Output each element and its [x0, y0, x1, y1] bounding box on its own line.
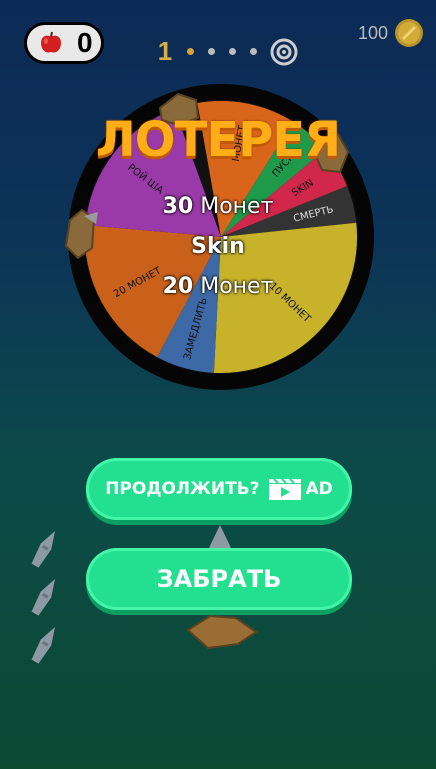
continue-with-ad-button[interactable]: ПРОДОЛЖИТЬ? AD [86, 458, 352, 520]
knife-icon [31, 626, 55, 664]
reward-line-coins-30: 30 Монет [0, 194, 436, 219]
reward-line-skin: Skin [0, 234, 436, 259]
take-reward-button[interactable]: ЗАБРАТЬ [86, 548, 352, 610]
ad-label: AD [305, 479, 333, 499]
lottery-wheel: МОНЕТПУСКSKINСМЕРТЬ10 МОНЕТЗАМЕДЛИТЬ20 М… [64, 84, 374, 390]
video-ad-icon [268, 478, 301, 500]
knife-icon [31, 530, 55, 568]
rock-decoration [186, 614, 258, 650]
reward-amount: 30 [162, 194, 194, 219]
lottery-title: ЛОТЕРЕЯ [95, 112, 341, 168]
take-label: ЗАБРАТЬ [156, 565, 282, 593]
reward-line-coins-20: 20 Монет [0, 274, 436, 299]
reward-label: Монет [200, 274, 274, 299]
knife-blade-icon [208, 525, 232, 550]
reward-label: Skin [191, 234, 245, 259]
continue-label: ПРОДОЛЖИТЬ? [105, 479, 260, 499]
reward-label: Монет [200, 194, 274, 219]
knife-icon [31, 578, 55, 616]
remaining-knives [31, 530, 55, 664]
reward-amount: 20 [162, 274, 194, 299]
